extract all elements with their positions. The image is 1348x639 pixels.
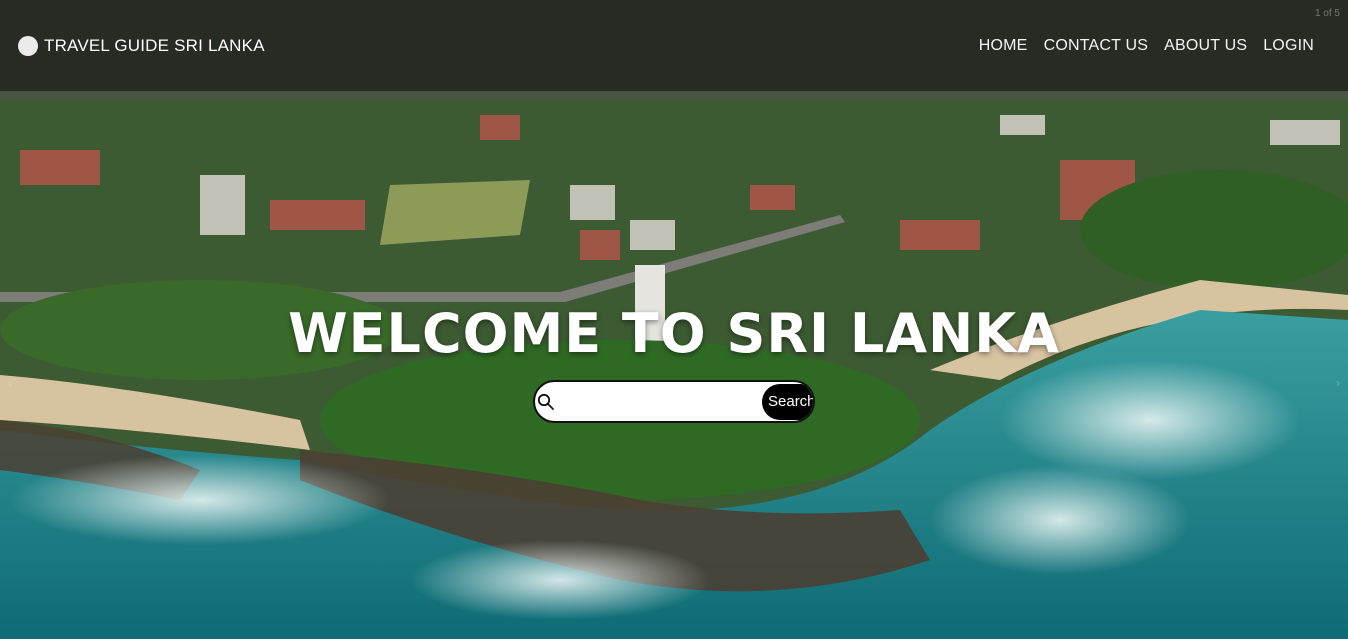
nav-login-link[interactable]: LOGIN <box>1263 37 1314 55</box>
brand-title: TRAVEL GUIDE SRI LANKA <box>44 35 265 55</box>
prev-slide-arrow-icon[interactable]: ‹ <box>8 376 12 390</box>
search-bar: Search <box>533 380 815 423</box>
hero-section: TRAVEL GUIDE SRI LANKA HOME CONTACT US A… <box>0 0 1348 639</box>
logo-icon <box>18 35 38 56</box>
slide-indicator: 1 of 5 <box>1314 8 1340 19</box>
top-navigation-bar: TRAVEL GUIDE SRI LANKA HOME CONTACT US A… <box>0 0 1348 91</box>
nav-about-link[interactable]: ABOUT US <box>1164 37 1247 55</box>
search-icon <box>537 391 555 413</box>
brand[interactable]: TRAVEL GUIDE SRI LANKA <box>18 35 265 56</box>
search-input[interactable] <box>555 382 762 421</box>
main-nav: HOME CONTACT US ABOUT US LOGIN <box>979 37 1314 55</box>
nav-contact-link[interactable]: CONTACT US <box>1044 37 1149 55</box>
hero-headline: WELCOME TO SRI LANKA <box>288 302 1060 365</box>
next-slide-arrow-icon[interactable]: › <box>1336 376 1340 390</box>
nav-home-link[interactable]: HOME <box>979 37 1028 55</box>
search-button[interactable]: Search <box>762 383 813 420</box>
